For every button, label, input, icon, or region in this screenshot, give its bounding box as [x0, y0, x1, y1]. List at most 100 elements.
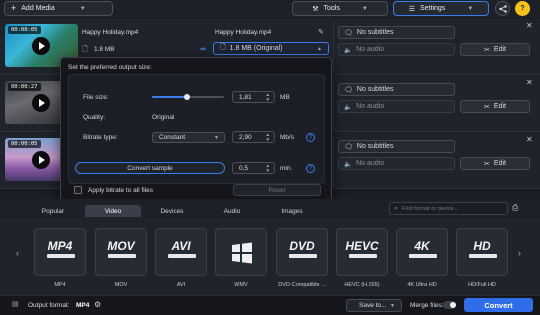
audio-dropdown[interactable]: 🔈 No audio	[338, 157, 455, 170]
settings-label: Settings	[420, 5, 446, 12]
audio-dropdown[interactable]: 🔈 No audio	[338, 100, 455, 113]
remove-file-icon[interactable]: ✕	[526, 135, 533, 144]
settings-button[interactable]: ☰ Settings ▼	[393, 1, 489, 16]
windows-icon	[232, 242, 252, 264]
format-logo-bar	[469, 254, 497, 258]
tab-popular[interactable]: Popular	[30, 205, 76, 217]
spin-arrows-icon[interactable]: ▲ ▼	[266, 132, 270, 142]
tab-video[interactable]: Video	[85, 205, 141, 217]
speaker-icon: 🔈	[344, 103, 353, 111]
format-logo-bar	[168, 254, 196, 258]
merge-files-toggle[interactable]	[443, 301, 456, 309]
format-logo: AVI	[171, 239, 191, 253]
add-media-label: Add Media	[21, 5, 55, 12]
spin-arrows-icon[interactable]: ▲ ▼	[266, 92, 270, 102]
chevron-right-icon[interactable]: ›	[518, 248, 521, 258]
format-logo: HEVC	[345, 239, 379, 253]
duration-badge: 00:00:27	[8, 83, 41, 91]
subtitles-dropdown[interactable]: 🗨 No subtitles	[338, 83, 455, 96]
subtitles-dropdown[interactable]: 🗨 No subtitles	[338, 26, 455, 39]
popup-settings-panel: File size: 1,81 ▲ ▼ MB Quality: Original …	[68, 74, 325, 184]
audio-dropdown[interactable]: 🔈 No audio	[338, 43, 455, 56]
tab-devices[interactable]: Devices	[148, 205, 196, 217]
chevron-down-icon: ▼	[390, 302, 395, 309]
speaker-icon: 🔈	[344, 160, 353, 168]
file-size-unit: MB	[280, 94, 290, 101]
play-icon[interactable]	[32, 151, 50, 169]
save-to-button[interactable]: Save to... ▼	[346, 299, 402, 312]
format-tile-mov[interactable]: MOV	[95, 228, 147, 276]
play-icon[interactable]	[32, 94, 50, 112]
sample-length-input[interactable]: 0,5 ▲ ▼	[232, 162, 275, 174]
reset-label: Reset	[268, 186, 286, 194]
edit-button[interactable]: ✂ Edit	[460, 157, 530, 170]
play-icon[interactable]	[32, 37, 50, 55]
speaker-icon: 🔈	[344, 46, 353, 54]
format-search-input[interactable]	[402, 204, 504, 214]
help-icon[interactable]: ?	[306, 164, 315, 173]
subtitles-label: No subtitles	[356, 86, 394, 93]
file-size-slider[interactable]	[152, 94, 224, 100]
chevron-down-icon: ▼	[467, 5, 474, 12]
remove-file-icon[interactable]: ✕	[526, 21, 533, 30]
add-media-button[interactable]: + Add Media ▼	[4, 1, 113, 16]
format-tile-hd[interactable]: HD	[456, 228, 508, 276]
remove-file-icon[interactable]: ✕	[526, 78, 533, 87]
scissors-icon: ✂	[484, 46, 490, 54]
convert-sample-label: Convert sample	[127, 164, 173, 172]
format-tile-4k[interactable]: 4K	[396, 228, 448, 276]
help-button[interactable]: ?	[515, 1, 530, 16]
tools-button[interactable]: ⚒ Tools ▼	[292, 1, 388, 16]
format-label: MOV	[114, 282, 128, 288]
edit-button[interactable]: ✂ Edit	[460, 100, 530, 113]
convert-sample-button[interactable]: Convert sample	[75, 162, 225, 174]
duration-badge: 00:00:05	[8, 26, 41, 34]
file-size-input[interactable]: 1,81 ▲ ▼	[232, 91, 275, 103]
reset-button[interactable]: Reset	[233, 184, 321, 196]
format-tile-wmv[interactable]	[215, 228, 267, 276]
apply-all-checkbox[interactable]	[74, 186, 82, 194]
sliders-icon: ☰	[408, 5, 416, 13]
convert-button[interactable]: Convert	[464, 298, 533, 312]
chevron-up-icon: ▲	[317, 45, 322, 52]
pencil-icon[interactable]: ✎	[318, 28, 324, 36]
format-label: 4K Ultra HD	[407, 282, 437, 288]
output-size-dropdown[interactable]: 🗋 1.8 MB (Original) ▲	[213, 42, 329, 55]
help-icon[interactable]: ?	[306, 133, 315, 142]
subtitles-dropdown[interactable]: 🗨 No subtitles	[338, 140, 455, 153]
spin-arrows-icon[interactable]: ▲ ▼	[266, 163, 270, 173]
bitrate-input[interactable]: 2,90 ▲ ▼	[232, 131, 275, 143]
custom-preset-icon[interactable]: ⎙	[512, 203, 518, 213]
sample-length-unit: min.	[280, 165, 293, 172]
output-format-label: Output format:	[28, 302, 70, 309]
speech-bubble-icon: 🗨	[344, 143, 353, 151]
divider	[333, 136, 334, 186]
format-search-box[interactable]: ⌕	[389, 202, 508, 215]
speech-bubble-icon: 🗨	[344, 86, 353, 94]
format-label: MP4	[54, 282, 66, 288]
file-icon: 🗋	[220, 44, 226, 51]
chevron-left-icon[interactable]: ‹	[16, 248, 19, 258]
gear-icon[interactable]: ⚙	[94, 300, 101, 309]
tab-images[interactable]: Images	[268, 205, 316, 217]
edit-button[interactable]: ✂ Edit	[460, 43, 530, 56]
film-icon: ▤	[12, 301, 19, 308]
duration-badge: 00:00:05	[8, 140, 41, 148]
share-button[interactable]	[495, 1, 510, 16]
scissors-icon: ✂	[484, 103, 490, 111]
output-format-value: MP4	[76, 302, 90, 309]
bitrate-type-dropdown[interactable]: Constant ▼	[152, 132, 225, 143]
arrow-right-icon: ⇒	[200, 46, 206, 53]
popup-heading: Set the preferred output size:	[68, 64, 152, 71]
format-tile-hevc[interactable]: HEVC	[336, 228, 388, 276]
wrench-icon: ⚒	[312, 5, 319, 13]
format-tile-dvd[interactable]: DVD	[276, 228, 328, 276]
sample-length-value: 0,5	[239, 164, 249, 172]
format-tile-avi[interactable]: AVI	[155, 228, 207, 276]
edit-label: Edit	[493, 103, 506, 110]
slider-handle[interactable]	[183, 94, 190, 100]
toggle-knob	[450, 302, 456, 308]
tab-audio[interactable]: Audio	[208, 205, 256, 217]
format-tile-mp4[interactable]: MP4	[34, 228, 86, 276]
format-logo: MOV	[107, 239, 135, 253]
